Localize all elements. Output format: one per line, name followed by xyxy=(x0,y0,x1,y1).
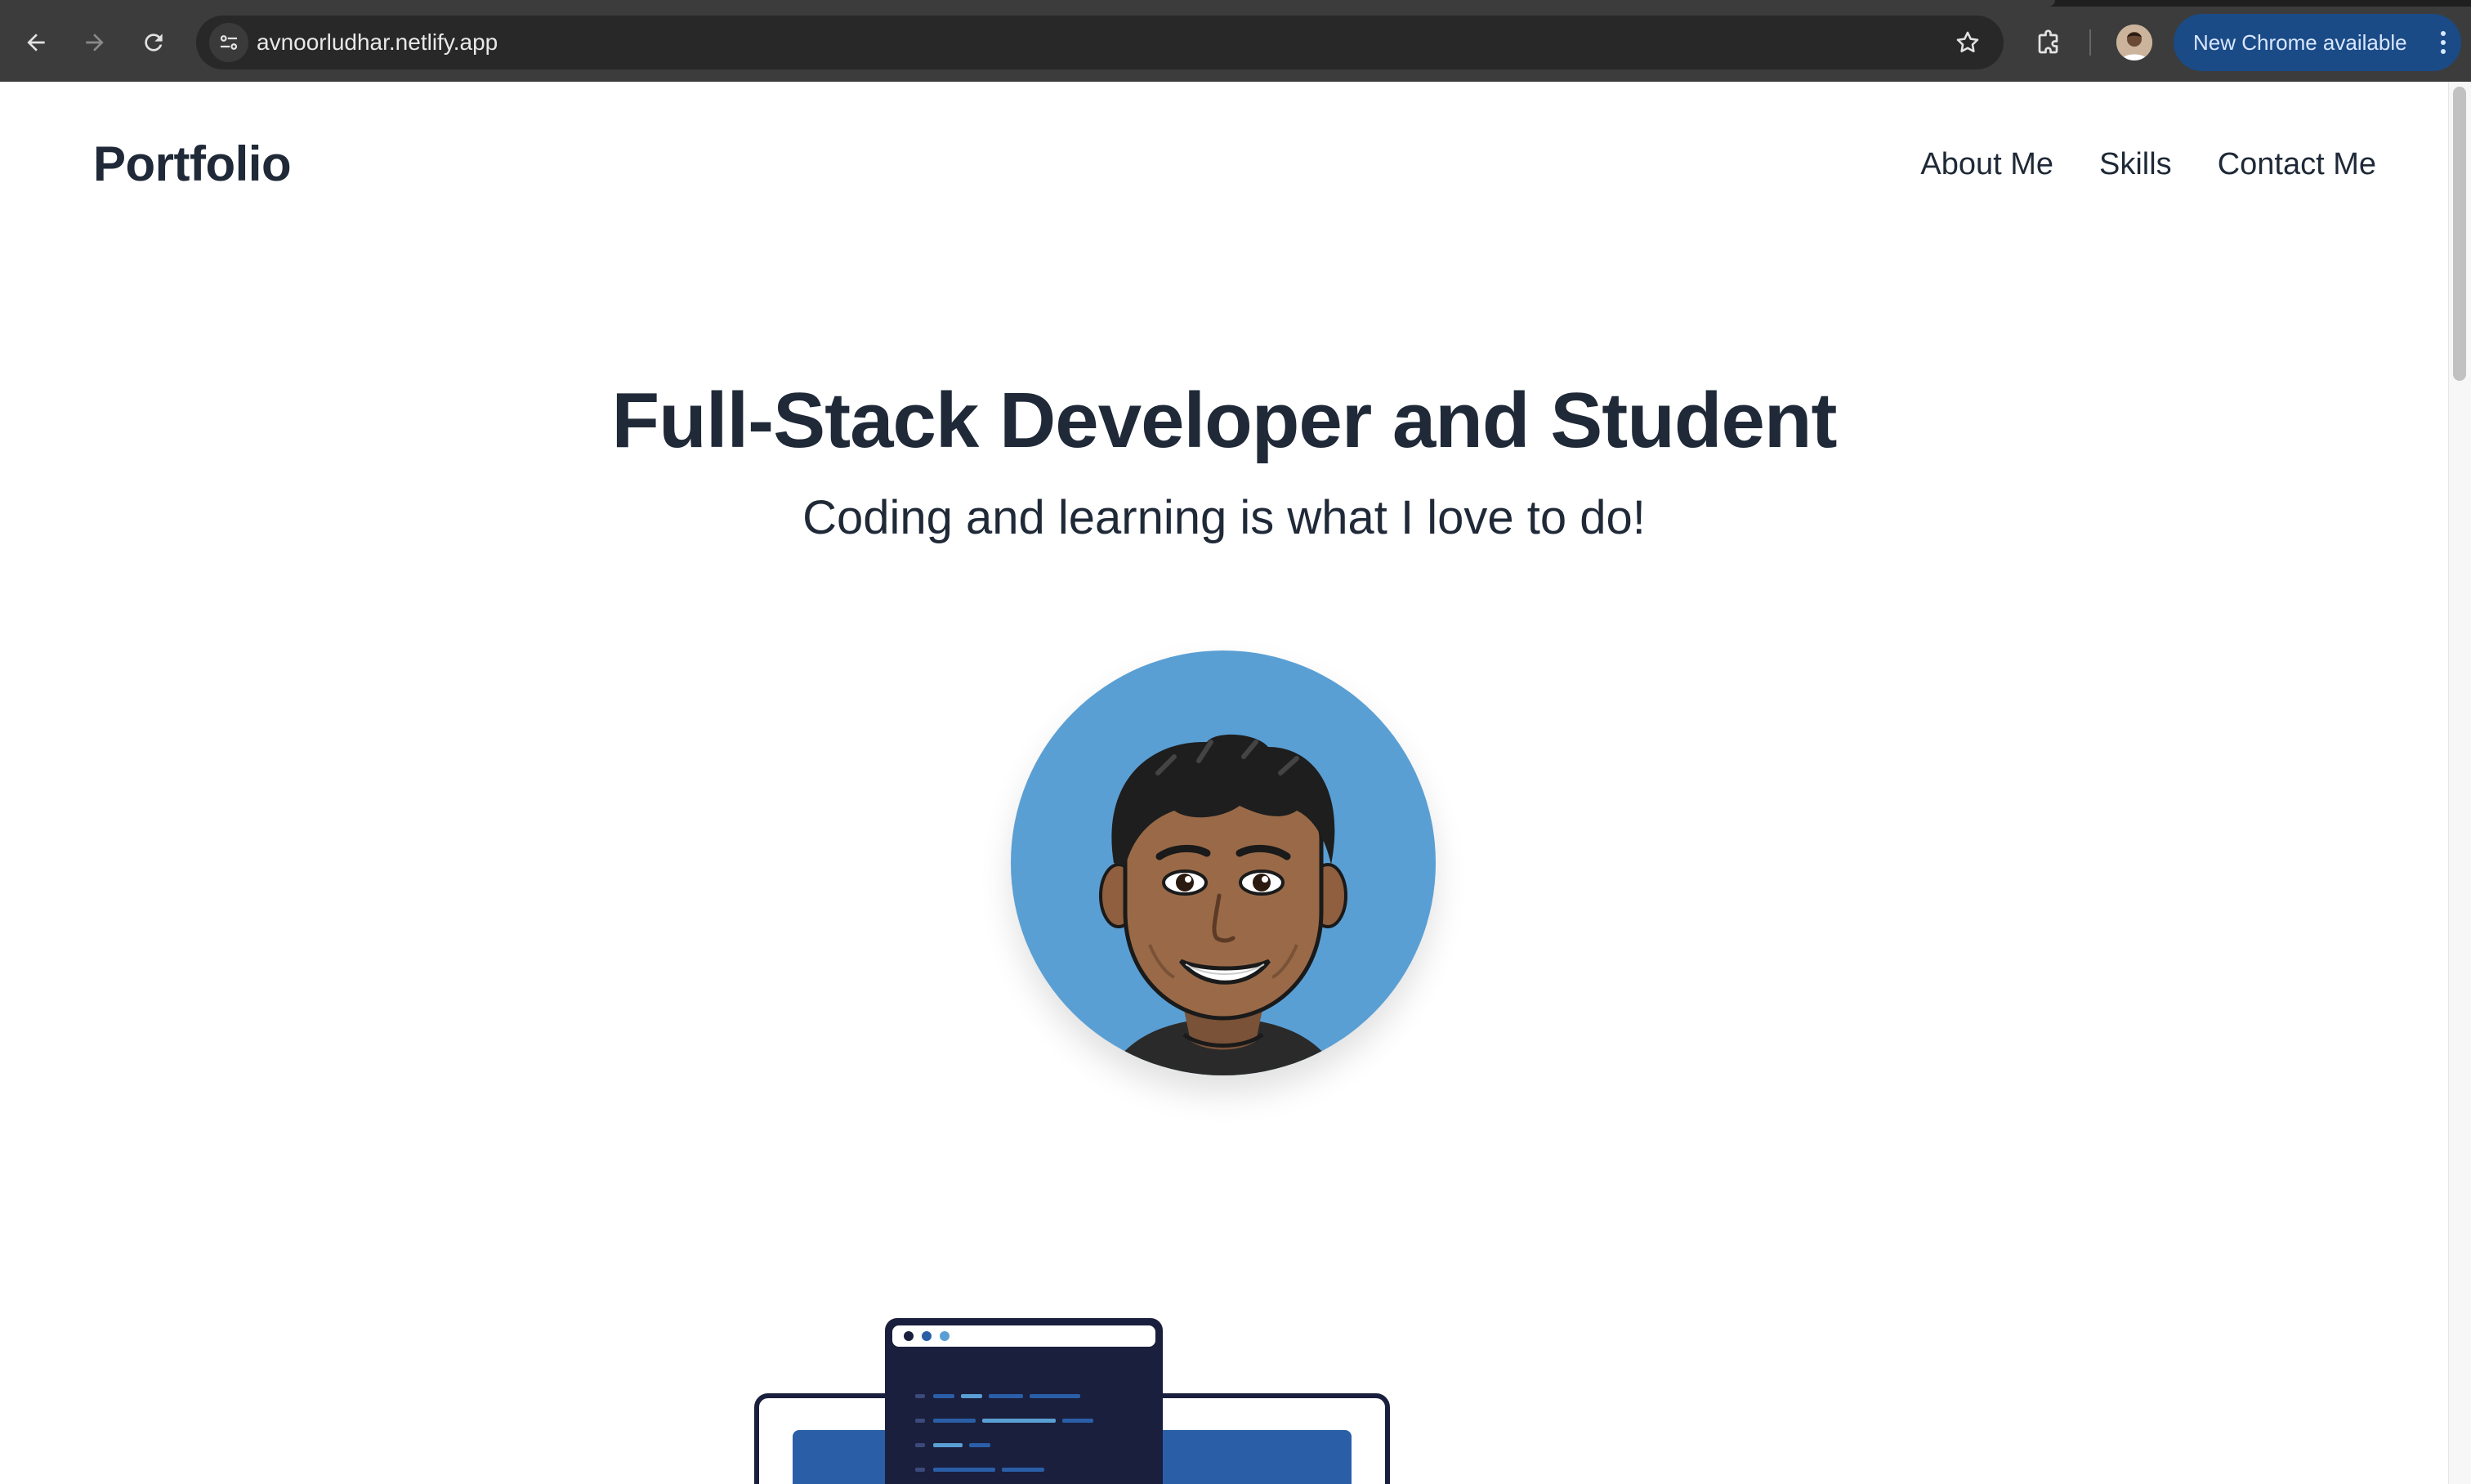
hero-subtitle: Coding and learning is what I love to do… xyxy=(802,491,1646,544)
site-brand[interactable]: Portfolio xyxy=(93,136,292,192)
site-info-button[interactable] xyxy=(209,23,248,62)
back-button[interactable] xyxy=(16,23,56,62)
site-info-icon xyxy=(220,35,238,50)
back-arrow-icon xyxy=(27,34,45,51)
memoji-avatar-icon xyxy=(1099,734,1347,1075)
bookmark-button[interactable] xyxy=(1951,26,1984,59)
hero-title: Full-Stack Developer and Student xyxy=(611,377,1838,464)
reload-button[interactable] xyxy=(134,23,173,62)
tab-strip xyxy=(0,0,2471,7)
update-chrome-button[interactable]: New Chrome available xyxy=(2174,14,2461,71)
profile-photo-icon xyxy=(2116,25,2152,60)
nav-link-about-me[interactable]: About Me xyxy=(1920,147,2053,182)
kebab-menu-icon xyxy=(2441,31,2446,54)
extensions-button[interactable] xyxy=(2031,25,2067,60)
nav-link-contact-me[interactable]: Contact Me xyxy=(2218,147,2376,182)
url-text[interactable]: avnoorludhar.netlify.app xyxy=(257,16,498,69)
laptop-code-illustration xyxy=(754,1318,1390,1484)
scrollbar-thumb[interactable] xyxy=(2453,87,2466,381)
toolbar-divider xyxy=(2089,29,2091,56)
puzzle-icon xyxy=(2038,29,2058,54)
forward-arrow-icon xyxy=(86,34,104,51)
star-icon xyxy=(1956,31,1979,53)
reload-icon xyxy=(145,34,163,51)
address-bar[interactable]: avnoorludhar.netlify.app xyxy=(196,16,2004,69)
update-chrome-label: New Chrome available xyxy=(2193,30,2407,55)
active-tab-edge xyxy=(0,0,2055,7)
nav-link-skills[interactable]: Skills xyxy=(2099,147,2172,182)
forward-button[interactable] xyxy=(75,23,114,62)
page-scrollbar[interactable] xyxy=(2448,82,2471,1484)
site-nav: About Me Skills Contact Me xyxy=(1920,147,2376,182)
profile-avatar-image xyxy=(1011,650,1436,1075)
page-viewport: Portfolio About Me Skills Contact Me Ful… xyxy=(0,82,2471,1484)
profile-avatar[interactable] xyxy=(2116,25,2152,60)
developer-illustration xyxy=(752,1316,1392,1484)
site-header: Portfolio About Me Skills Contact Me xyxy=(0,82,2448,253)
